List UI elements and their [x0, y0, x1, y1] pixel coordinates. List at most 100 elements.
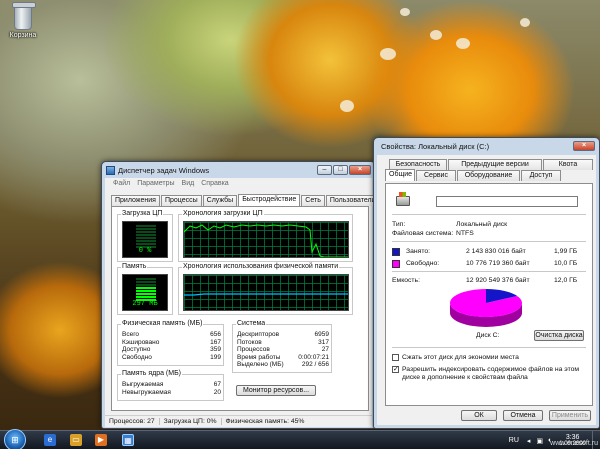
memory-history-svg	[184, 293, 348, 296]
cpu-usage-group: Загрузка ЦП 0 %	[117, 210, 173, 262]
used-gb: 1,99 ГБ	[554, 248, 578, 255]
system-row: Потоков 317	[237, 339, 329, 347]
task-manager-titlebar[interactable]: Диспетчер задач Windows – □ ×	[102, 162, 375, 178]
tray-arrow-icon[interactable]: ◂	[527, 437, 531, 445]
status-cpu: Загрузка ЦП: 0%	[160, 418, 222, 425]
kernel-memory-table: Выгружаемая 67 Невыгружаемая 20	[122, 381, 221, 396]
physmem-row: Кэшировано 167	[122, 339, 221, 347]
kernel-row: Выгружаемая 67	[122, 381, 221, 389]
system-value: 27	[321, 346, 329, 354]
disk-label: Диск C:	[476, 332, 500, 339]
menu-options[interactable]: Параметры	[137, 180, 174, 187]
properties-tabs-row1: Безопасность Предыдущие версии Квота	[389, 159, 594, 170]
tab-services[interactable]: Службы	[202, 195, 238, 206]
filesystem-label: Файловая система:	[392, 230, 454, 237]
properties-titlebar[interactable]: Свойства: Локальный диск (C:) ×	[374, 138, 599, 154]
task-manager-statusbar: Процессов: 27 Загрузка ЦП: 0% Физическая…	[105, 415, 372, 427]
volume-name-input[interactable]	[436, 196, 578, 207]
free-gb: 10,0 ГБ	[554, 260, 578, 267]
filesystem-value: NTFS	[456, 230, 474, 237]
cpu-history-title: Хронология загрузки ЦП	[182, 210, 264, 217]
system-row: Дескрипторов 6959	[237, 331, 329, 339]
minimize-button[interactable]: –	[317, 165, 332, 175]
compress-label: Сжать этот диск для экономии места	[402, 354, 519, 361]
menu-view[interactable]: Вид	[182, 180, 195, 187]
tab-users[interactable]: Пользователи	[325, 195, 380, 206]
menu-file[interactable]: Файл	[113, 180, 130, 187]
cancel-button[interactable]: Отмена	[503, 410, 543, 421]
recycle-bin-label: Корзина	[9, 32, 37, 39]
cpu-usage-title: Загрузка ЦП	[121, 210, 164, 217]
task-manager-window[interactable]: Диспетчер задач Windows – □ × Файл Парам…	[101, 161, 380, 429]
disk-cleanup-button[interactable]: Очистка диска	[534, 330, 584, 341]
used-label: Занято:	[406, 248, 431, 255]
physmem-label: Всего	[122, 331, 140, 338]
index-checkbox[interactable]: ✓	[392, 366, 399, 373]
physical-memory-group: Физическая память (МБ) Всего 656 Кэширова…	[117, 320, 224, 366]
close-button[interactable]: ×	[349, 165, 371, 175]
system-group: Система Дескрипторов 6959 Потоков 317 Проц…	[232, 320, 332, 373]
properties-close-button[interactable]: ×	[573, 141, 595, 151]
divider	[392, 271, 586, 272]
physmem-label: Доступно	[122, 346, 151, 354]
capacity-label: Емкость:	[392, 277, 420, 284]
status-memory: Физическая память: 45%	[225, 418, 305, 425]
physmem-value: 359	[210, 346, 221, 354]
tab-tools[interactable]: Сервис	[416, 170, 456, 181]
system-value: 0:00:07:21	[298, 353, 329, 361]
resource-monitor-button[interactable]: Монитор ресурсов...	[236, 385, 316, 396]
drive-icon	[396, 192, 410, 206]
apply-button[interactable]: Применить	[549, 410, 591, 421]
menu-help[interactable]: Справка	[201, 180, 228, 187]
tab-processes[interactable]: Процессы	[160, 195, 202, 206]
physical-memory-table: Всего 656 Кэшировано 167 Доступно 359 Свобо…	[122, 331, 221, 361]
physmem-row: Доступно 359	[122, 346, 221, 354]
start-button[interactable]: ⊞	[4, 429, 26, 449]
system-label: Процессов	[237, 346, 270, 354]
tab-hardware[interactable]: Оборудование	[457, 170, 520, 181]
memory-history-graph	[183, 274, 349, 311]
used-space-swatch	[392, 248, 400, 256]
physical-memory-title: Физическая память (МБ)	[121, 320, 204, 327]
type-label: Тип:	[392, 221, 406, 228]
tab-sharing[interactable]: Доступ	[521, 170, 561, 181]
system-label: Потоков	[237, 338, 262, 346]
properties-body: Безопасность Предыдущие версии Квота Общ…	[377, 155, 596, 425]
cpu-meter-bars	[136, 225, 156, 249]
physmem-label: Свободно	[122, 353, 152, 361]
tab-network[interactable]: Сеть	[301, 195, 325, 206]
ok-button[interactable]: ОК	[461, 410, 497, 421]
disk-properties-window[interactable]: Свойства: Локальный диск (C:) × Безопасн…	[373, 137, 600, 429]
recycle-bin-shortcut[interactable]: Корзина	[4, 2, 42, 39]
physmem-value: 199	[210, 353, 221, 361]
language-indicator[interactable]: RU	[509, 437, 519, 444]
status-processes: Процессов: 27	[105, 418, 160, 425]
task-manager-menubar: Файл Параметры Вид Справка	[105, 178, 372, 189]
capacity-bytes: 12 920 549 376 байт	[466, 277, 530, 284]
flower-petal	[520, 18, 530, 27]
free-bytes: 10 776 719 360 байт	[466, 260, 530, 267]
free-space-swatch	[392, 260, 400, 268]
tab-general[interactable]: Общие	[385, 169, 415, 181]
internet-explorer-icon[interactable]: e	[44, 434, 56, 446]
kernel-label: Невыгружаемая	[122, 388, 171, 396]
divider	[392, 214, 586, 215]
compress-checkbox[interactable]	[392, 354, 399, 361]
physmem-value: 167	[210, 338, 221, 346]
physmem-value: 656	[210, 331, 221, 338]
properties-title: Свойства: Локальный диск (C:)	[381, 141, 490, 151]
tab-quota[interactable]: Квота	[543, 159, 593, 170]
network-icon[interactable]: ▣	[536, 437, 543, 445]
tab-performance[interactable]: Быстродействие	[238, 194, 301, 206]
maximize-button[interactable]: □	[333, 165, 348, 175]
memory-history-title: Хронология использования физической памя…	[182, 263, 340, 270]
tab-applications[interactable]: Приложения	[111, 195, 160, 206]
memory-history-group: Хронология использования физической памя…	[178, 263, 353, 315]
tab-previous-versions[interactable]: Предыдущие версии	[448, 159, 542, 170]
index-label: Разрешить индексировать содержимое файло…	[402, 366, 580, 381]
cpu-usage-meter: 0 %	[122, 221, 168, 258]
taskmgr-taskbar-button[interactable]: ▦	[122, 434, 134, 446]
explorer-folder-icon[interactable]: ▭	[70, 434, 82, 446]
media-player-icon[interactable]: ▶	[95, 434, 107, 446]
cpu-usage-value: 0 %	[138, 247, 152, 255]
